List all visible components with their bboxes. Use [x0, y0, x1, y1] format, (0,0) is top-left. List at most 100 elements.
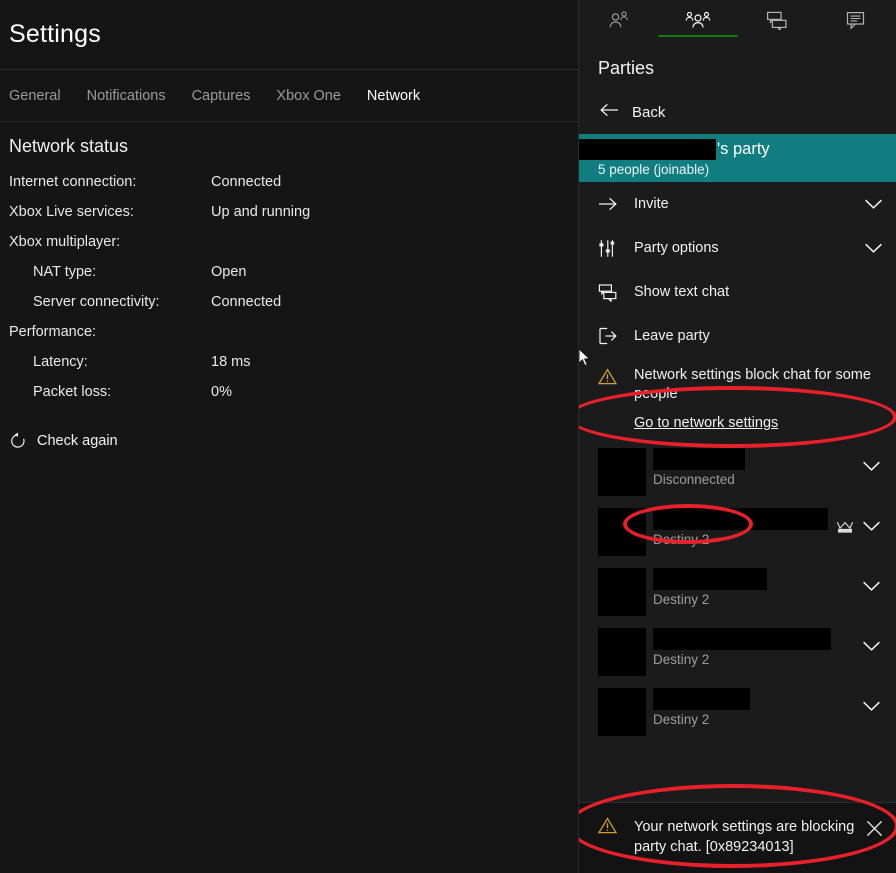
avatar: [598, 568, 646, 616]
crown-icon: [832, 508, 858, 534]
chevron-down-icon[interactable]: [858, 628, 884, 652]
member-info: Disconnected: [646, 448, 832, 487]
status-row: Packet loss: 0%: [9, 377, 569, 407]
active-tab-indicator: [657, 34, 738, 37]
tab-friends[interactable]: [579, 0, 658, 40]
member-status: Destiny 2: [653, 652, 710, 667]
check-again-label: Check again: [37, 433, 118, 449]
menu-item-label: Leave party: [634, 328, 710, 344]
avatar: [598, 628, 646, 676]
social-tab-bar: [579, 0, 896, 40]
error-toast: Your network settings are blocking party…: [579, 802, 896, 873]
member-status: Destiny 2: [653, 532, 710, 547]
status-value: 0%: [211, 384, 232, 400]
tab-text-chat[interactable]: [738, 0, 817, 40]
settings-titlebar: Settings: [0, 0, 578, 70]
menu-item-show-text-chat[interactable]: Show text chat: [579, 270, 896, 314]
tab-network[interactable]: Network: [367, 88, 420, 104]
text-chat-icon: [598, 283, 624, 302]
redacted-gamertag: [653, 688, 750, 710]
status-row: Xbox Live services: Up and running: [9, 197, 569, 227]
chevron-down-icon[interactable]: [858, 568, 884, 592]
crown-placeholder: [832, 448, 858, 460]
status-label: Xbox Live services:: [9, 204, 134, 220]
party-member-row[interactable]: Destiny 2: [579, 682, 896, 742]
tab-general[interactable]: General: [9, 88, 61, 104]
member-info: Destiny 2: [646, 688, 832, 727]
check-again-button[interactable]: Check again: [9, 432, 569, 450]
member-info: Destiny 2: [646, 508, 832, 547]
member-info: Destiny 2: [646, 628, 832, 667]
back-button[interactable]: Back: [579, 79, 896, 134]
tab-captures[interactable]: Captures: [192, 88, 251, 104]
status-row: Internet connection: Connected: [9, 167, 569, 197]
status-label: Performance:: [9, 324, 97, 340]
party-title: 's party: [579, 138, 896, 160]
crown-placeholder: [832, 688, 858, 700]
section-heading: Network status: [9, 136, 129, 156]
inline-warning-text: Network settings block chat for some peo…: [634, 367, 871, 402]
friends-icon: [608, 10, 630, 30]
crown-placeholder: [832, 568, 858, 580]
member-status: Destiny 2: [653, 712, 710, 727]
menu-item-leave-party[interactable]: Leave party: [579, 314, 896, 358]
redacted-gamertag: [579, 138, 716, 160]
network-settings-link-row: Go to network settings: [579, 408, 896, 442]
chevron-down-icon[interactable]: [858, 448, 884, 472]
chevron-down-icon[interactable]: [862, 198, 884, 210]
sliders-icon: [598, 239, 624, 258]
tab-messages[interactable]: [817, 0, 896, 40]
status-row: Server connectivity: Connected: [9, 287, 569, 317]
status-label: Latency:: [33, 354, 88, 370]
party-member-row[interactable]: Destiny 2: [579, 562, 896, 622]
redacted-gamertag: [653, 448, 745, 470]
redacted-gamertag: [653, 628, 831, 650]
status-row: Xbox multiplayer:: [9, 227, 569, 257]
back-label: Back: [632, 104, 666, 121]
status-label: NAT type:: [33, 264, 97, 280]
status-row: Performance:: [9, 317, 569, 347]
status-label: Packet loss:: [33, 384, 112, 400]
party-member-row[interactable]: Disconnected: [579, 442, 896, 502]
menu-item-label: Party options: [634, 240, 719, 256]
member-status: Destiny 2: [653, 592, 710, 607]
close-icon[interactable]: [861, 817, 887, 838]
network-status-section: Network status Internet connection: Conn…: [0, 122, 578, 450]
redacted-gamertag: [653, 508, 828, 530]
status-label: Xbox multiplayer:: [9, 234, 121, 250]
menu-item-invite[interactable]: Invite: [579, 182, 896, 226]
parties-group-icon: [685, 10, 711, 30]
chevron-down-icon[interactable]: [858, 688, 884, 712]
warning-triangle-icon: [598, 366, 624, 385]
settings-tab-bar: General Notifications Captures Xbox One …: [0, 70, 578, 122]
party-subtitle: 5 people (joinable): [598, 162, 710, 177]
status-value: Connected: [211, 294, 282, 310]
screen-root: Settings General Notifications Captures …: [0, 0, 896, 873]
go-to-network-settings-link[interactable]: Go to network settings: [634, 415, 778, 431]
redacted-gamertag: [653, 568, 767, 590]
party-banner[interactable]: 's party 5 people (joinable): [579, 134, 896, 182]
menu-item-label: Show text chat: [634, 284, 730, 300]
chevron-down-icon[interactable]: [862, 242, 884, 254]
tab-notifications[interactable]: Notifications: [87, 88, 166, 104]
menu-item-party-options[interactable]: Party options: [579, 226, 896, 270]
status-value: Open: [211, 264, 247, 280]
warning-triangle-icon: [598, 817, 624, 834]
status-label: Internet connection:: [9, 174, 137, 190]
party-member-row[interactable]: Destiny 2: [579, 622, 896, 682]
member-status: Disconnected: [653, 472, 735, 487]
arrow-left-icon: [600, 103, 619, 122]
tab-xbox-one[interactable]: Xbox One: [276, 88, 341, 104]
tab-parties[interactable]: [657, 0, 738, 40]
crown-placeholder: [832, 628, 858, 640]
menu-item-label: Invite: [634, 196, 669, 212]
avatar: [598, 448, 646, 496]
party-member-row[interactable]: Destiny 2: [579, 502, 896, 562]
chevron-down-icon[interactable]: [858, 508, 884, 532]
refresh-icon: [9, 432, 27, 450]
settings-panel: Settings General Notifications Captures …: [0, 0, 578, 873]
avatar: [598, 688, 646, 736]
status-row: NAT type: Open: [9, 257, 569, 287]
status-value: Connected: [211, 174, 282, 190]
text-chat-icon: [766, 10, 788, 30]
